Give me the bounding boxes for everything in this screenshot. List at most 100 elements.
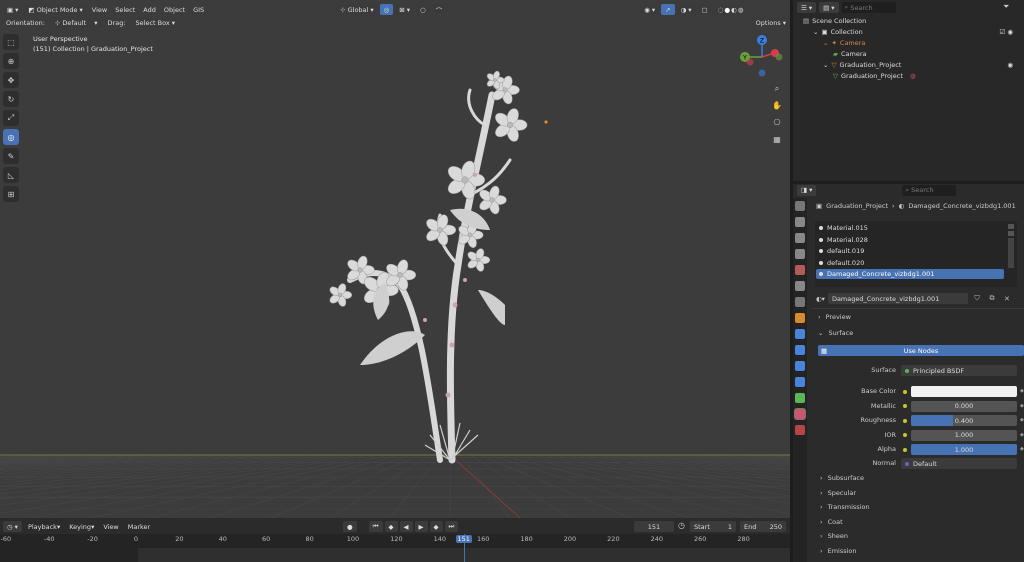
material-slot[interactable]: Material.028 <box>816 235 1004 245</box>
physics-tab-icon[interactable] <box>795 361 805 371</box>
slot-remove-button[interactable] <box>1008 231 1014 236</box>
subsection-sheen[interactable]: › Sheen <box>820 530 848 542</box>
shading-modes[interactable]: ◌ ● ◐ ◍ <box>713 4 748 15</box>
wireframe-shading-icon[interactable]: ◌ <box>718 6 724 14</box>
slot-scrollbar[interactable] <box>1008 238 1014 268</box>
outliner-item[interactable]: ▰ Camera <box>833 48 1013 59</box>
orientation-dropdown[interactable]: ⊹ Default ▾ <box>50 17 102 28</box>
menu-gis[interactable]: GIS <box>190 4 207 15</box>
outliner-search-input[interactable]: ⌕ Search <box>841 2 896 13</box>
subsection-subsurface[interactable]: › Subsurface <box>820 472 864 484</box>
texture-tab-icon[interactable] <box>795 425 805 435</box>
stopwatch-icon[interactable]: ◷ <box>678 521 685 530</box>
menu-select[interactable]: Select <box>112 4 138 15</box>
fake-user-icon[interactable]: ⛉ <box>971 293 983 304</box>
data-tab-icon[interactable] <box>795 393 805 403</box>
gizmo-toggle[interactable]: ↗ <box>661 4 675 15</box>
shader-value-field[interactable] <box>911 386 1017 397</box>
keyframe-icon[interactable]: ◆ <box>1020 417 1024 423</box>
keyframe-icon[interactable]: ◆ <box>1020 388 1024 394</box>
expand-chevron-icon[interactable]: ⌄ <box>813 28 818 36</box>
transform-tool[interactable]: ◎ <box>3 129 19 145</box>
material-name-field[interactable]: Damaged_Concrete_vizbdg1.001 <box>827 293 968 304</box>
jump-start-button[interactable]: ⏮ <box>368 521 383 532</box>
pivot-button[interactable]: ◎ <box>379 4 394 15</box>
menu-add[interactable]: Add <box>140 4 159 15</box>
record-button[interactable]: ● <box>343 521 357 532</box>
shader-value-field[interactable]: 0.400 <box>911 415 1017 426</box>
prev-keyframe-button[interactable]: ◆ <box>384 521 398 532</box>
surface-shader-field[interactable]: Principled BSDF <box>901 365 1017 376</box>
material-shading-icon[interactable]: ◐ <box>731 6 737 14</box>
particles-tab-icon[interactable] <box>795 345 805 355</box>
material-slot[interactable]: Material.015 <box>816 223 1004 233</box>
render-tab-icon[interactable] <box>795 217 805 227</box>
play-button[interactable]: ▶ <box>414 521 428 532</box>
move-tool[interactable]: ✥ <box>3 72 19 88</box>
transform-orientation-dropdown[interactable]: ⊹ Global ▾ <box>336 4 378 15</box>
normal-field[interactable]: Default <box>901 458 1017 469</box>
annotate-tool[interactable]: ✎ <box>3 148 19 164</box>
snap-button[interactable]: ⊠ ▾ <box>395 4 415 15</box>
socket-icon[interactable] <box>903 404 907 408</box>
subsection-specular[interactable]: › Specular <box>820 487 856 499</box>
material-tab-icon[interactable] <box>795 409 805 419</box>
menu-timeline-view[interactable]: View <box>100 521 121 532</box>
display-mode-button[interactable]: ▤ ▾ <box>819 2 839 13</box>
shader-value-field[interactable]: 1.000 <box>911 444 1017 455</box>
menu-view[interactable]: View <box>89 4 110 15</box>
filter-icon[interactable]: ⏷ <box>1003 2 1009 12</box>
outliner-item[interactable]: ⌄ ▽ Graduation_Project ◉ <box>823 59 1013 70</box>
overlay-toggle[interactable]: ◑ ▾ <box>676 4 696 15</box>
menu-playback[interactable]: Playback ▾ <box>25 521 63 532</box>
outliner-item[interactable]: ▽ Graduation_Project ◍ <box>833 70 1013 81</box>
rotate-tool[interactable]: ↻ <box>3 91 19 107</box>
menu-marker[interactable]: Marker <box>125 521 153 532</box>
keyframe-icon[interactable]: ◆ <box>1020 432 1024 438</box>
expand-chevron-icon[interactable]: ⌄ <box>823 39 828 47</box>
flower-model[interactable] <box>300 65 560 465</box>
world-tab-icon[interactable] <box>795 281 805 291</box>
scale-tool[interactable]: ⤢ <box>3 110 19 126</box>
unlink-icon[interactable]: ✕ <box>1001 293 1013 304</box>
pan-hand-icon[interactable]: ✋ <box>769 97 785 114</box>
material-browse-icon[interactable]: ◐▾ <box>816 295 825 303</box>
socket-icon[interactable] <box>903 418 907 423</box>
xray-toggle[interactable]: ▢ <box>697 4 712 15</box>
material-slot[interactable]: default.020 <box>816 258 1004 268</box>
shader-value-field[interactable]: 1.000 <box>911 429 1017 441</box>
view-layer-tab-icon[interactable] <box>795 249 805 259</box>
material-badge-icon[interactable]: ◍ <box>910 72 916 80</box>
properties-editor-button[interactable]: ◨ ▾ <box>797 184 817 196</box>
camera-view-icon[interactable]: ⎔ <box>769 114 785 131</box>
select-box-tool[interactable]: ⬚ <box>3 34 19 50</box>
slot-add-button[interactable] <box>1008 224 1014 229</box>
constraints-tab-icon[interactable] <box>795 377 805 387</box>
falloff-button[interactable]: ⌒ <box>431 4 447 15</box>
shader-value-field[interactable]: 0.000 <box>911 400 1017 412</box>
zoom-icon[interactable]: ⌕ <box>769 80 785 97</box>
measure-tool[interactable]: ◺ <box>3 167 19 183</box>
end-frame-field[interactable]: End 250 <box>740 521 786 532</box>
subsection-coat[interactable]: › Coat <box>820 516 843 528</box>
duplicate-icon[interactable]: ⧉ <box>986 293 998 304</box>
mode-dropdown[interactable]: ◩ Object Mode ▾ <box>24 4 87 15</box>
subsection-transmission[interactable]: › Transmission <box>820 501 870 513</box>
output-tab-icon[interactable] <box>795 233 805 243</box>
grid-view-icon[interactable]: ▦ <box>769 131 785 148</box>
socket-icon[interactable] <box>903 447 907 452</box>
use-nodes-button[interactable]: ▦ Use Nodes <box>818 345 1024 356</box>
object-tab-icon[interactable] <box>795 313 805 323</box>
preview-panel[interactable]: › Preview <box>818 311 851 323</box>
subsection-emission[interactable]: › Emission <box>820 545 857 557</box>
3d-viewport[interactable]: ▣ ▾ ◩ Object Mode ▾ View Select Add Object … <box>0 0 790 518</box>
drag-dropdown[interactable]: Select Box ▾ <box>131 17 176 28</box>
collection-tab-icon[interactable] <box>795 297 805 307</box>
timeline-editor-button[interactable]: ◷ ▾ <box>3 521 22 532</box>
material-slot[interactable]: Damaged_Concrete_vizbdg1.001 <box>816 269 1004 279</box>
visibility-button[interactable]: ◉ ▾ <box>640 4 660 15</box>
jump-end-button[interactable]: ⏭ <box>444 521 459 532</box>
menu-object[interactable]: Object <box>161 4 188 15</box>
socket-icon[interactable] <box>903 433 907 437</box>
visibility-eye-icon[interactable]: ☑ ◉ <box>999 28 1013 36</box>
